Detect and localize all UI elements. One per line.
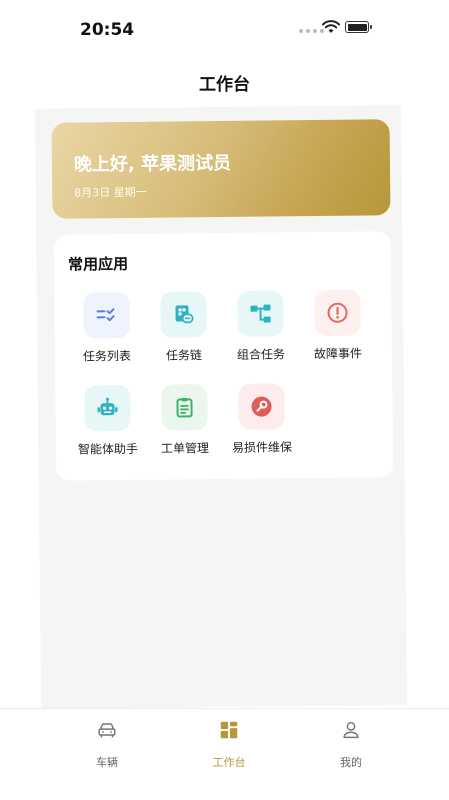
app-label: 任务链 <box>165 348 203 363</box>
tab-workbench[interactable]: 工作台 <box>189 719 269 775</box>
tab-mine[interactable]: 我的 <box>311 719 391 775</box>
greeting-card: 晚上好, 苹果测试员 8月3日 星期一 <box>51 119 391 219</box>
status-time: 20:54 <box>80 20 135 40</box>
wrench-icon <box>238 383 285 430</box>
greeting-date: 8月3日 星期一 <box>74 185 147 200</box>
tab-label: 工作台 <box>212 756 246 769</box>
app-ai-assistant[interactable]: 智能体助手 <box>72 384 143 466</box>
app-label: 故障事件 <box>313 346 363 362</box>
greeting-text: 晚上好, 苹果测试员 <box>73 152 232 176</box>
app-label: 易损件维保 <box>231 440 293 455</box>
checklist-icon <box>83 291 130 339</box>
task-link-icon <box>160 291 207 338</box>
bottom-tab-bar: 车辆 工作台 我的 <box>0 708 449 800</box>
app-spare-parts-maintenance[interactable]: 易损件维保 <box>226 383 297 464</box>
tab-label: 我的 <box>340 756 362 769</box>
common-apps-card: 常用应用 任务列表 任务链 组合任务 故障事件 智能体助手 工单管理 易损件维保 <box>53 231 394 481</box>
clipboard-icon <box>161 384 208 431</box>
app-fault-events[interactable]: 故障事件 <box>302 289 373 370</box>
workbench-icon <box>220 721 238 739</box>
app-task-list[interactable]: 任务列表 <box>71 291 142 373</box>
common-apps-title: 常用应用 <box>67 254 129 274</box>
app-label: 智能体助手 <box>77 441 139 457</box>
status-bar: 20:54 <box>0 0 449 60</box>
signal-dots-icon <box>299 29 324 33</box>
tab-label: 车辆 <box>96 756 118 769</box>
wifi-icon <box>322 20 340 33</box>
app-task-chain[interactable]: 任务链 <box>148 291 219 372</box>
app-combined-task[interactable]: 组合任务 <box>225 290 296 371</box>
robot-icon <box>84 384 131 432</box>
car-icon <box>98 723 116 738</box>
app-label: 组合任务 <box>236 347 286 362</box>
flow-icon <box>237 290 284 337</box>
alert-icon <box>314 289 361 337</box>
tab-vehicles[interactable]: 车辆 <box>67 719 147 775</box>
page-title: 工作台 <box>199 75 250 95</box>
battery-icon <box>345 21 372 33</box>
app-work-order[interactable]: 工单管理 <box>149 384 220 465</box>
user-icon <box>343 721 359 739</box>
app-label: 工单管理 <box>160 441 210 456</box>
app-label: 任务列表 <box>82 348 132 364</box>
